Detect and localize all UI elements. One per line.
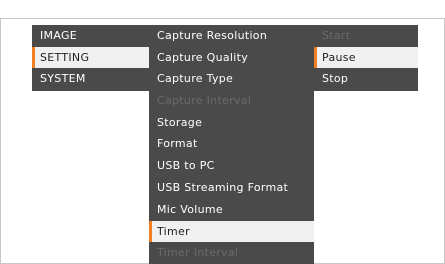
submenu-item-capture-type[interactable]: Capture Type (149, 68, 314, 89)
menu-item-image[interactable]: IMAGE (32, 25, 149, 46)
submenu-item-usb-streaming-format[interactable]: USB Streaming Format (149, 177, 314, 198)
submenu-item-capture-interval: Capture Interval (157, 94, 252, 107)
menu-item-setting[interactable]: SETTING (32, 47, 149, 68)
option-stop[interactable]: Stop (314, 68, 418, 89)
option-start: Start (322, 29, 351, 42)
submenu-item-storage[interactable]: Storage (149, 112, 314, 133)
submenu-item-capture-resolution[interactable]: Capture Resolution (149, 25, 314, 46)
submenu-item-timer[interactable]: Timer (149, 221, 314, 242)
submenu-item-format[interactable]: Format (149, 133, 314, 154)
submenu-item-usb-to-pc[interactable]: USB to PC (149, 155, 314, 176)
top-bar (0, 0, 445, 19)
submenu-item-timer-interval: Timer Interval (157, 246, 239, 259)
timer-submenu: Start Pause Stop (314, 25, 418, 91)
submenu-item-capture-quality[interactable]: Capture Quality (149, 47, 314, 68)
setting-submenu: Capture Resolution Capture Quality Captu… (149, 25, 314, 264)
menu-item-system[interactable]: SYSTEM (32, 68, 149, 89)
main-menu: IMAGE SETTING SYSTEM (32, 25, 149, 91)
submenu-item-mic-volume[interactable]: Mic Volume (149, 199, 314, 220)
option-pause[interactable]: Pause (314, 47, 418, 68)
